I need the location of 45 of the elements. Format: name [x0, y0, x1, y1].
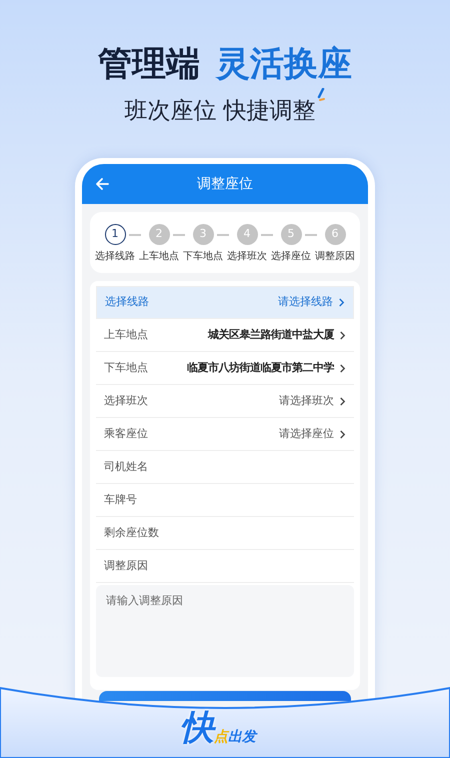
- back-button[interactable]: [94, 176, 110, 192]
- step-label: 上车地点: [139, 251, 179, 263]
- field-label: 选择班次: [104, 392, 148, 409]
- field-label: 司机姓名: [104, 458, 148, 475]
- field-value: 城关区皋兰路街道中盐大厦: [208, 326, 334, 343]
- field-placeholder: 请选择线路: [278, 294, 333, 310]
- field-label: 调整原因: [104, 558, 148, 574]
- field-label: 车牌号: [104, 492, 137, 508]
- step-label: 下车地点: [183, 251, 223, 263]
- chevron-right-icon: [339, 396, 346, 406]
- field-placeholder: 请选择班次: [279, 392, 334, 409]
- field-label: 上车地点: [104, 326, 148, 343]
- form-row[interactable]: 下车地点 临夏市八坊街道临夏市第二中学: [96, 352, 354, 385]
- step-number: 4: [236, 224, 258, 245]
- sparkle-icon: [316, 88, 326, 102]
- reason-field[interactable]: 请输入调整原因: [96, 585, 354, 677]
- screen-title: 调整座位: [197, 174, 253, 194]
- form-row[interactable]: 选择线路 请选择线路: [96, 286, 354, 319]
- step-label: 调整原因: [315, 251, 355, 263]
- step-number: 1: [104, 224, 126, 245]
- headline: 管理端: [98, 44, 200, 84]
- form-row[interactable]: 选择班次 请选择班次: [96, 385, 354, 418]
- field-label: 乘客座位: [104, 426, 148, 442]
- step-label: 选择座位: [271, 251, 311, 263]
- headline-accent: 灵活换座: [216, 44, 352, 84]
- field-value: 临夏市八坊街道临夏市第二中学: [187, 360, 334, 376]
- form-row[interactable]: 乘客座位 请选择座位: [96, 418, 354, 451]
- step-number: 5: [280, 224, 302, 245]
- field-label: 下车地点: [104, 360, 148, 376]
- logo: 快点出发: [180, 708, 256, 748]
- step-label: 选择班次: [227, 251, 267, 263]
- chevron-right-icon: [339, 364, 346, 372]
- field-label: 剩余座位数: [104, 524, 159, 541]
- subtitle: 班次座位 快捷调整: [124, 97, 316, 126]
- chevron-right-icon: [338, 298, 345, 307]
- field-label: 选择线路: [105, 294, 149, 310]
- field-placeholder: 请选择座位: [279, 426, 334, 442]
- chevron-right-icon: [339, 430, 346, 438]
- chevron-right-icon: [339, 330, 346, 340]
- step-number: 6: [324, 224, 346, 245]
- form-row[interactable]: 上车地点 城关区皋兰路街道中盐大厦: [96, 319, 354, 352]
- step-number: 3: [192, 224, 214, 245]
- back-arrow-icon: [94, 176, 110, 192]
- step-label: 选择线路: [95, 251, 135, 263]
- step-number: 2: [148, 224, 170, 245]
